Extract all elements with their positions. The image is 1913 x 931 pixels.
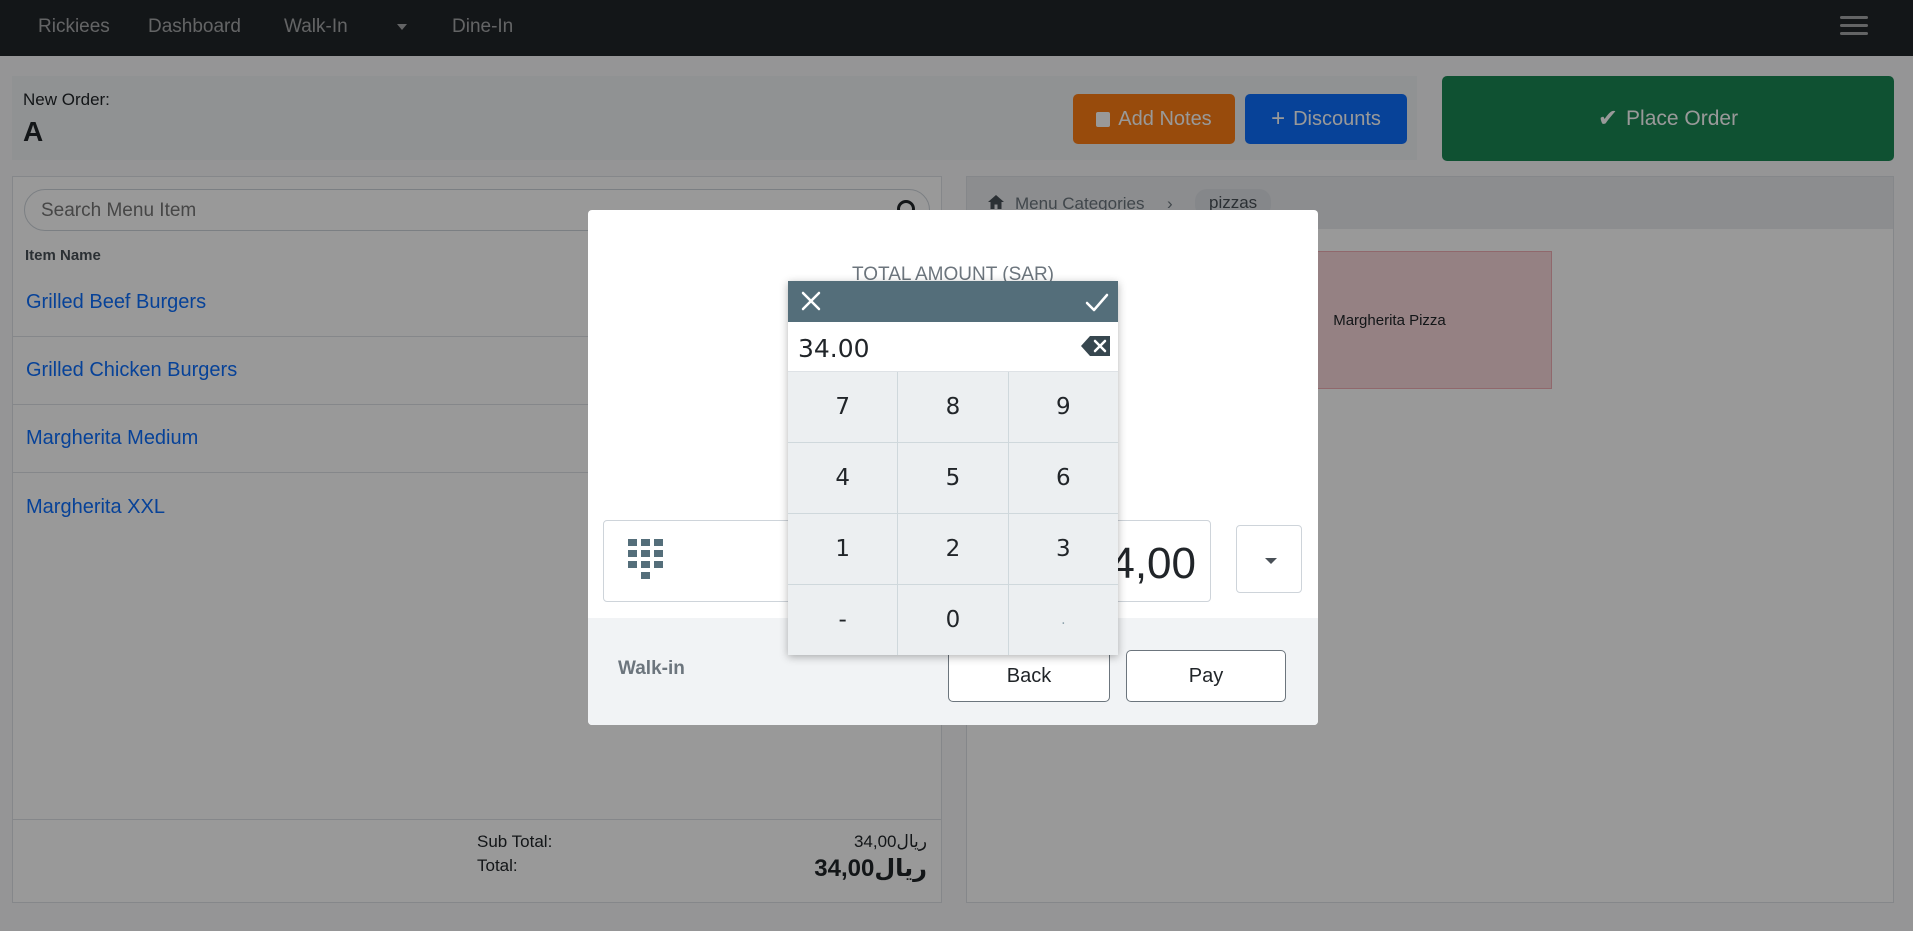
numpad-key-6[interactable]: 6 xyxy=(1008,443,1118,513)
numpad-key-3[interactable]: 3 xyxy=(1008,514,1118,584)
numpad-key-4[interactable]: 4 xyxy=(788,443,898,513)
numpad-key-decimal[interactable]: . xyxy=(1008,585,1118,655)
pay-button[interactable]: Pay xyxy=(1126,650,1286,702)
back-button[interactable]: Back xyxy=(948,650,1110,702)
numpad-key-5[interactable]: 5 xyxy=(898,443,1008,513)
numpad-header xyxy=(788,281,1118,322)
numpad-display: 34.00 xyxy=(788,322,1118,372)
numpad-key-0[interactable]: 0 xyxy=(898,585,1008,655)
close-icon[interactable] xyxy=(798,288,824,314)
numpad-key-2[interactable]: 2 xyxy=(898,514,1008,584)
numpad-display-value: 34.00 xyxy=(798,334,870,363)
amount-value: 4,00 xyxy=(1110,539,1196,588)
caret-down-icon xyxy=(1265,558,1277,564)
customer-type-label: Walk-in xyxy=(618,658,685,679)
numpad-key-8[interactable]: 8 xyxy=(898,372,1008,442)
numpad-key-minus[interactable]: - xyxy=(788,585,898,655)
numpad-keys: 7 8 9 4 5 6 1 2 3 - 0 . xyxy=(788,372,1118,655)
numpad: 34.00 7 8 9 4 5 6 1 2 3 - 0 . xyxy=(788,281,1118,655)
numpad-key-1[interactable]: 1 xyxy=(788,514,898,584)
numpad-key-7[interactable]: 7 xyxy=(788,372,898,442)
check-icon[interactable] xyxy=(1084,289,1110,315)
keypad-icon[interactable] xyxy=(628,539,670,585)
backspace-icon[interactable] xyxy=(1080,334,1112,358)
numpad-key-9[interactable]: 9 xyxy=(1008,372,1118,442)
payment-method-dropdown[interactable] xyxy=(1236,525,1302,593)
